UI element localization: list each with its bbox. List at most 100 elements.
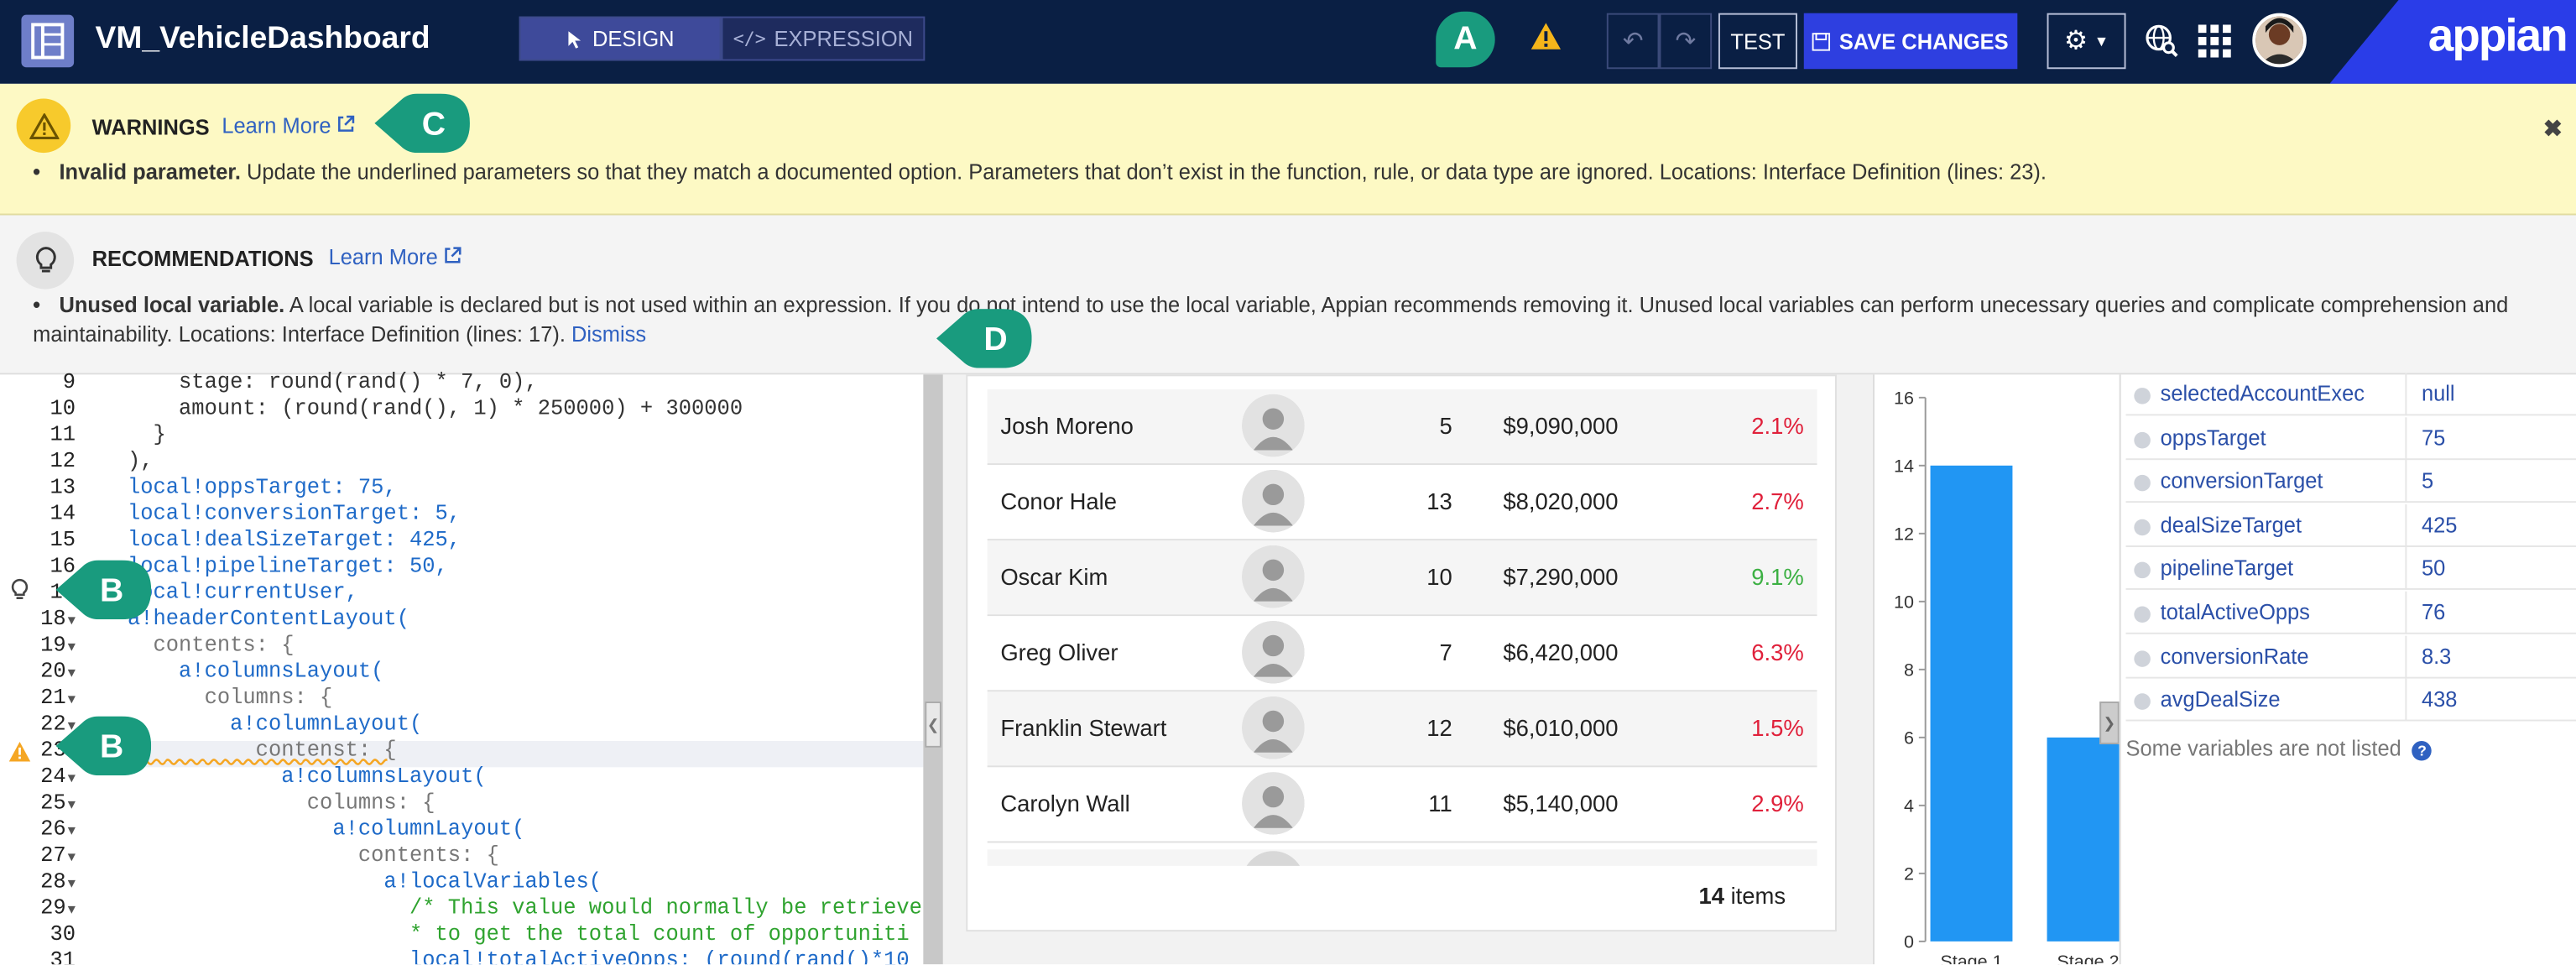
code-line[interactable]: } xyxy=(102,422,165,446)
pane-splitter[interactable] xyxy=(923,374,943,965)
variable-row[interactable]: totalActiveOpps 76 xyxy=(2125,591,2576,634)
variable-value: 75 xyxy=(2421,425,2446,450)
table-row[interactable]: Greg Oliver 7 $6,420,000 6.3% xyxy=(987,616,1817,692)
variable-value: 8.3 xyxy=(2421,643,2452,669)
code-line[interactable]: columns: { xyxy=(102,685,333,709)
code-line[interactable]: local!conversionTarget: 5, xyxy=(102,501,461,525)
warning-icon[interactable] xyxy=(8,741,31,770)
column-divider xyxy=(2405,373,2407,416)
code-line[interactable]: /* This value would normally be retrieve xyxy=(102,895,922,920)
fold-arrow-icon[interactable]: ▼ xyxy=(68,667,76,682)
table-row[interactable]: Conor Hale 13 $8,020,000 2.7% xyxy=(987,465,1817,541)
redo-button[interactable]: ↷ xyxy=(1659,13,1713,70)
person-avatar-icon xyxy=(1242,772,1305,835)
y-tick-label: 4 xyxy=(1904,796,1914,816)
line-number-text: 27 xyxy=(40,842,66,868)
fold-arrow-icon[interactable]: ▼ xyxy=(68,878,76,893)
row-percent: 9.1% xyxy=(1751,563,1804,590)
table-row[interactable]: Josh Moreno 5 $9,090,000 2.1% xyxy=(987,389,1817,466)
row-name: Oscar Kim xyxy=(1000,563,1108,590)
code-line[interactable]: a!columnLayout( xyxy=(102,816,524,841)
row-count: 11 xyxy=(1428,790,1452,817)
row-amount: $7,290,000 xyxy=(1503,563,1619,590)
test-button[interactable]: TEST xyxy=(1718,13,1797,70)
app-grid-icon[interactable] xyxy=(2198,24,2231,65)
variable-row[interactable]: conversionTarget 5 xyxy=(2125,460,2576,503)
code-line[interactable]: * to get the total count of opportuniti xyxy=(102,921,910,946)
dismiss-link[interactable]: Dismiss xyxy=(571,322,646,347)
interface-icon[interactable] xyxy=(21,14,75,68)
code-line[interactable]: contents: { xyxy=(102,633,294,657)
save-changes-button[interactable]: SAVE CHANGES xyxy=(1803,13,2018,70)
callout-marker-d-label: D xyxy=(983,321,1007,357)
user-avatar[interactable] xyxy=(2252,13,2307,68)
callout-marker-b: B xyxy=(55,560,152,620)
undo-button[interactable]: ↶ xyxy=(1606,13,1660,70)
fold-arrow-icon[interactable]: ▼ xyxy=(68,825,76,840)
variable-row[interactable]: oppsTarget 75 xyxy=(2125,416,2576,460)
y-tick-label: 2 xyxy=(1904,864,1914,884)
variable-row[interactable]: conversionRate 8.3 xyxy=(2125,634,2576,678)
line-number: 15 xyxy=(0,527,76,551)
column-divider xyxy=(2405,591,2407,634)
undo-icon: ↶ xyxy=(1622,28,1644,56)
appian-logo: appian xyxy=(2427,9,2568,61)
code-line[interactable]: columns: { xyxy=(102,790,435,815)
variable-row[interactable]: pipelineTarget 50 xyxy=(2125,547,2576,591)
code-line[interactable]: a!localVariables( xyxy=(102,869,602,894)
variable-row[interactable]: selectedAccountExec null xyxy=(2125,373,2576,416)
code-line[interactable]: amount: (round(rand(), 1) * 250000) + 30… xyxy=(102,396,743,420)
warnings-learn-more-link[interactable]: Learn More xyxy=(222,113,355,138)
warning-icon xyxy=(16,98,71,154)
callout-marker-b-label: B xyxy=(100,729,123,765)
recommendation-title: Unused local variable. xyxy=(59,292,285,317)
fold-arrow-icon[interactable]: ▼ xyxy=(68,799,76,814)
code-line[interactable]: local!oppsTarget: 75, xyxy=(102,475,397,499)
recommendations-heading: RECOMMENDATIONS xyxy=(91,246,314,272)
fold-arrow-icon[interactable]: ▼ xyxy=(68,641,76,656)
line-number-text: 28 xyxy=(40,868,66,895)
code-line[interactable]: local!pipelineTarget: 50, xyxy=(102,554,448,578)
code-line[interactable]: stage: round(rand() * 7, 0), xyxy=(102,370,538,394)
line-number-text: 26 xyxy=(40,816,66,842)
expression-mode-button[interactable]: </> EXPRESSION xyxy=(721,16,926,61)
line-number: 25 ▼ xyxy=(0,790,76,815)
table-row[interactable]: Franklin Stewart 12 $6,010,000 1.5% xyxy=(987,691,1817,768)
callout-marker-c: C xyxy=(374,93,470,154)
table-row[interactable]: Carolyn Wall 11 $5,140,000 2.9% xyxy=(987,767,1817,843)
fold-arrow-icon[interactable]: ▼ xyxy=(68,693,76,708)
column-divider xyxy=(2405,634,2407,678)
variables-note: Some variables are not listed ? xyxy=(2126,736,2433,761)
recommendations-learn-more-label: Learn More xyxy=(328,244,438,270)
y-tick-label: 6 xyxy=(1904,728,1914,749)
help-icon[interactable]: ? xyxy=(2412,741,2433,761)
variable-dot-icon xyxy=(2134,388,2151,404)
collapse-left-icon[interactable]: ❮ xyxy=(925,702,941,748)
y-tick-label: 12 xyxy=(1894,524,1914,545)
code-line[interactable]: contents: { xyxy=(102,842,499,867)
code-line[interactable]: local!dealSizeTarget: 425, xyxy=(102,527,461,551)
callout-marker-b-label: B xyxy=(100,573,123,609)
fold-arrow-icon[interactable]: ▼ xyxy=(68,851,76,866)
fold-arrow-icon[interactable]: ▼ xyxy=(68,904,76,919)
y-tick-label: 0 xyxy=(1904,932,1914,952)
lightbulb-icon[interactable] xyxy=(10,578,29,609)
code-line[interactable]: a!columnsLayout( xyxy=(102,659,383,683)
recommendations-learn-more-link[interactable]: Learn More xyxy=(329,245,462,269)
close-icon[interactable]: ✖ xyxy=(2543,115,2563,143)
expression-mode-label: EXPRESSION xyxy=(774,26,914,51)
variable-row[interactable]: dealSizeTarget 425 xyxy=(2125,503,2576,547)
row-name: Carolyn Wall xyxy=(1000,790,1130,817)
collapse-right-icon[interactable]: ❯ xyxy=(2099,702,2120,744)
y-tick-label: 8 xyxy=(1904,660,1914,681)
code-line[interactable]: a!columnsLayout( xyxy=(102,764,486,788)
settings-menu-button[interactable]: ⚙ ▼ xyxy=(2047,13,2126,70)
code-line[interactable]: local!totalActiveOpps: (round(rand()*10 xyxy=(102,948,910,965)
table-row[interactable]: Oscar Kim 10 $7,290,000 9.1% xyxy=(987,540,1817,617)
warning-icon[interactable] xyxy=(1530,21,1562,59)
code-line[interactable]: ), xyxy=(102,449,154,473)
design-mode-button[interactable]: DESIGN xyxy=(519,16,722,61)
variable-row[interactable]: avgDealSize 438 xyxy=(2125,678,2576,722)
code-icon: </> xyxy=(733,28,766,50)
globe-search-icon[interactable] xyxy=(2144,23,2180,67)
